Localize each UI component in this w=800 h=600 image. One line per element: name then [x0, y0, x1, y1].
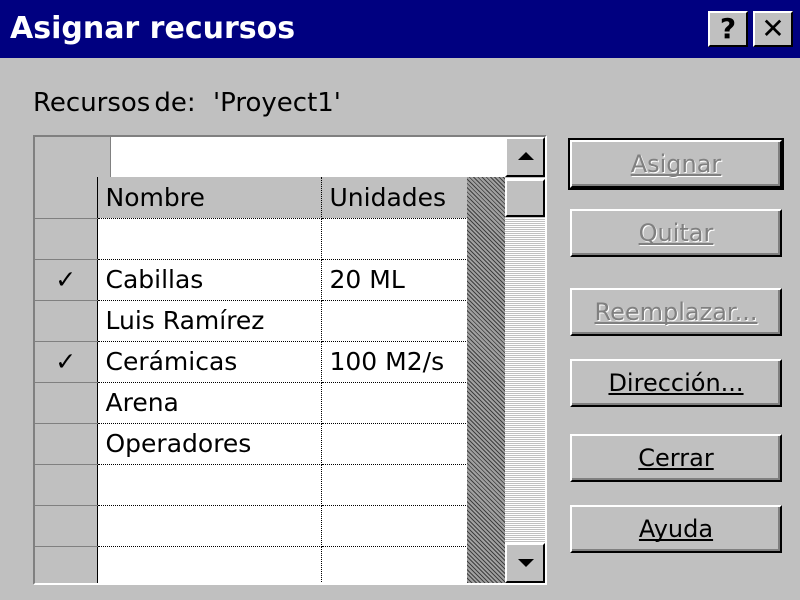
table-row[interactable]: Luis Ramírez — [35, 300, 468, 342]
grid-edit-input[interactable] — [111, 137, 505, 177]
edit-bar-corner — [35, 137, 111, 177]
row-check[interactable] — [35, 382, 98, 424]
row-check[interactable] — [35, 300, 98, 342]
assign-button[interactable]: Asignar — [568, 138, 784, 190]
resource-units-cell[interactable] — [321, 464, 468, 506]
row-check[interactable] — [35, 218, 98, 260]
scroll-up-button[interactable] — [505, 137, 545, 177]
scroll-thumb[interactable] — [505, 179, 545, 217]
close-icon[interactable]: ✕ — [753, 11, 793, 47]
resource-name-cell[interactable] — [97, 546, 322, 583]
resource-name-cell[interactable]: Cabillas — [97, 259, 322, 301]
resource-name-cell[interactable] — [97, 505, 322, 547]
address-button[interactable]: Dirección... — [570, 359, 782, 407]
row-header-corner[interactable] — [35, 177, 98, 219]
table-row[interactable] — [35, 464, 468, 506]
row-check[interactable] — [35, 546, 98, 583]
resource-units-cell[interactable] — [321, 546, 468, 583]
row-check[interactable]: ✓ — [35, 341, 98, 383]
window-title: Asignar recursos — [10, 11, 296, 46]
resource-name-cell[interactable]: Arena — [97, 382, 322, 424]
row-check[interactable]: ✓ — [35, 259, 98, 301]
grid-edit-bar — [35, 137, 505, 177]
table-row[interactable] — [35, 505, 468, 547]
resource-units-cell[interactable]: 100 M2/s — [321, 341, 468, 383]
table-row[interactable] — [35, 218, 468, 260]
table-row[interactable] — [35, 546, 468, 583]
row-check[interactable] — [35, 423, 98, 465]
arrow-down-icon — [518, 559, 534, 567]
table-row[interactable]: ✓ Cerámicas 100 M2/s — [35, 341, 468, 383]
resource-units-cell[interactable]: 20 ML — [321, 259, 468, 301]
grid-empty-area — [467, 177, 505, 583]
column-header-units[interactable]: Unidades — [321, 177, 468, 219]
resources-grid[interactable]: Nombre Unidades ✓ Cabillas 20 ML Luis Ra… — [33, 135, 547, 585]
resource-name-cell[interactable] — [97, 464, 322, 506]
replace-button[interactable]: Reemplazar... — [570, 288, 782, 336]
resource-name-cell[interactable]: Operadores — [97, 423, 322, 465]
row-check[interactable] — [35, 505, 98, 547]
resources-label-part1: Recursos — [33, 88, 151, 118]
table-header-row: Nombre Unidades — [35, 177, 468, 219]
scroll-down-button[interactable] — [505, 543, 545, 583]
close-button[interactable]: Cerrar — [570, 434, 782, 482]
title-bar: Asignar recursos ? ✕ — [0, 0, 800, 58]
row-check[interactable] — [35, 464, 98, 506]
vertical-scrollbar[interactable] — [505, 137, 545, 583]
arrow-up-icon — [518, 152, 534, 160]
resource-units-cell[interactable] — [321, 218, 468, 260]
resources-table: Nombre Unidades ✓ Cabillas 20 ML Luis Ra… — [35, 177, 468, 583]
assign-resources-dialog: Asignar recursos ? ✕ Recursos de: 'Proyec… — [0, 0, 800, 600]
help-icon[interactable]: ? — [708, 11, 748, 47]
resource-units-cell[interactable] — [321, 423, 468, 465]
resource-units-cell[interactable] — [321, 382, 468, 424]
remove-button[interactable]: Quitar — [570, 209, 782, 257]
table-row[interactable]: Operadores — [35, 423, 468, 465]
help-button[interactable]: Ayuda — [570, 505, 782, 553]
resource-name-cell[interactable]: Luis Ramírez — [97, 300, 322, 342]
column-header-name[interactable]: Nombre — [97, 177, 322, 219]
resources-from-label: Recursos de: 'Proyect1' — [33, 86, 341, 120]
resource-name-cell[interactable]: Cerámicas — [97, 341, 322, 383]
resource-units-cell[interactable] — [321, 300, 468, 342]
resources-label-part2: de: — [154, 88, 196, 118]
table-row[interactable]: ✓ Cabillas 20 ML — [35, 259, 468, 301]
project-name: 'Proyect1' — [213, 88, 341, 118]
table-row[interactable]: Arena — [35, 382, 468, 424]
resource-name-cell[interactable] — [97, 218, 322, 260]
resource-units-cell[interactable] — [321, 505, 468, 547]
